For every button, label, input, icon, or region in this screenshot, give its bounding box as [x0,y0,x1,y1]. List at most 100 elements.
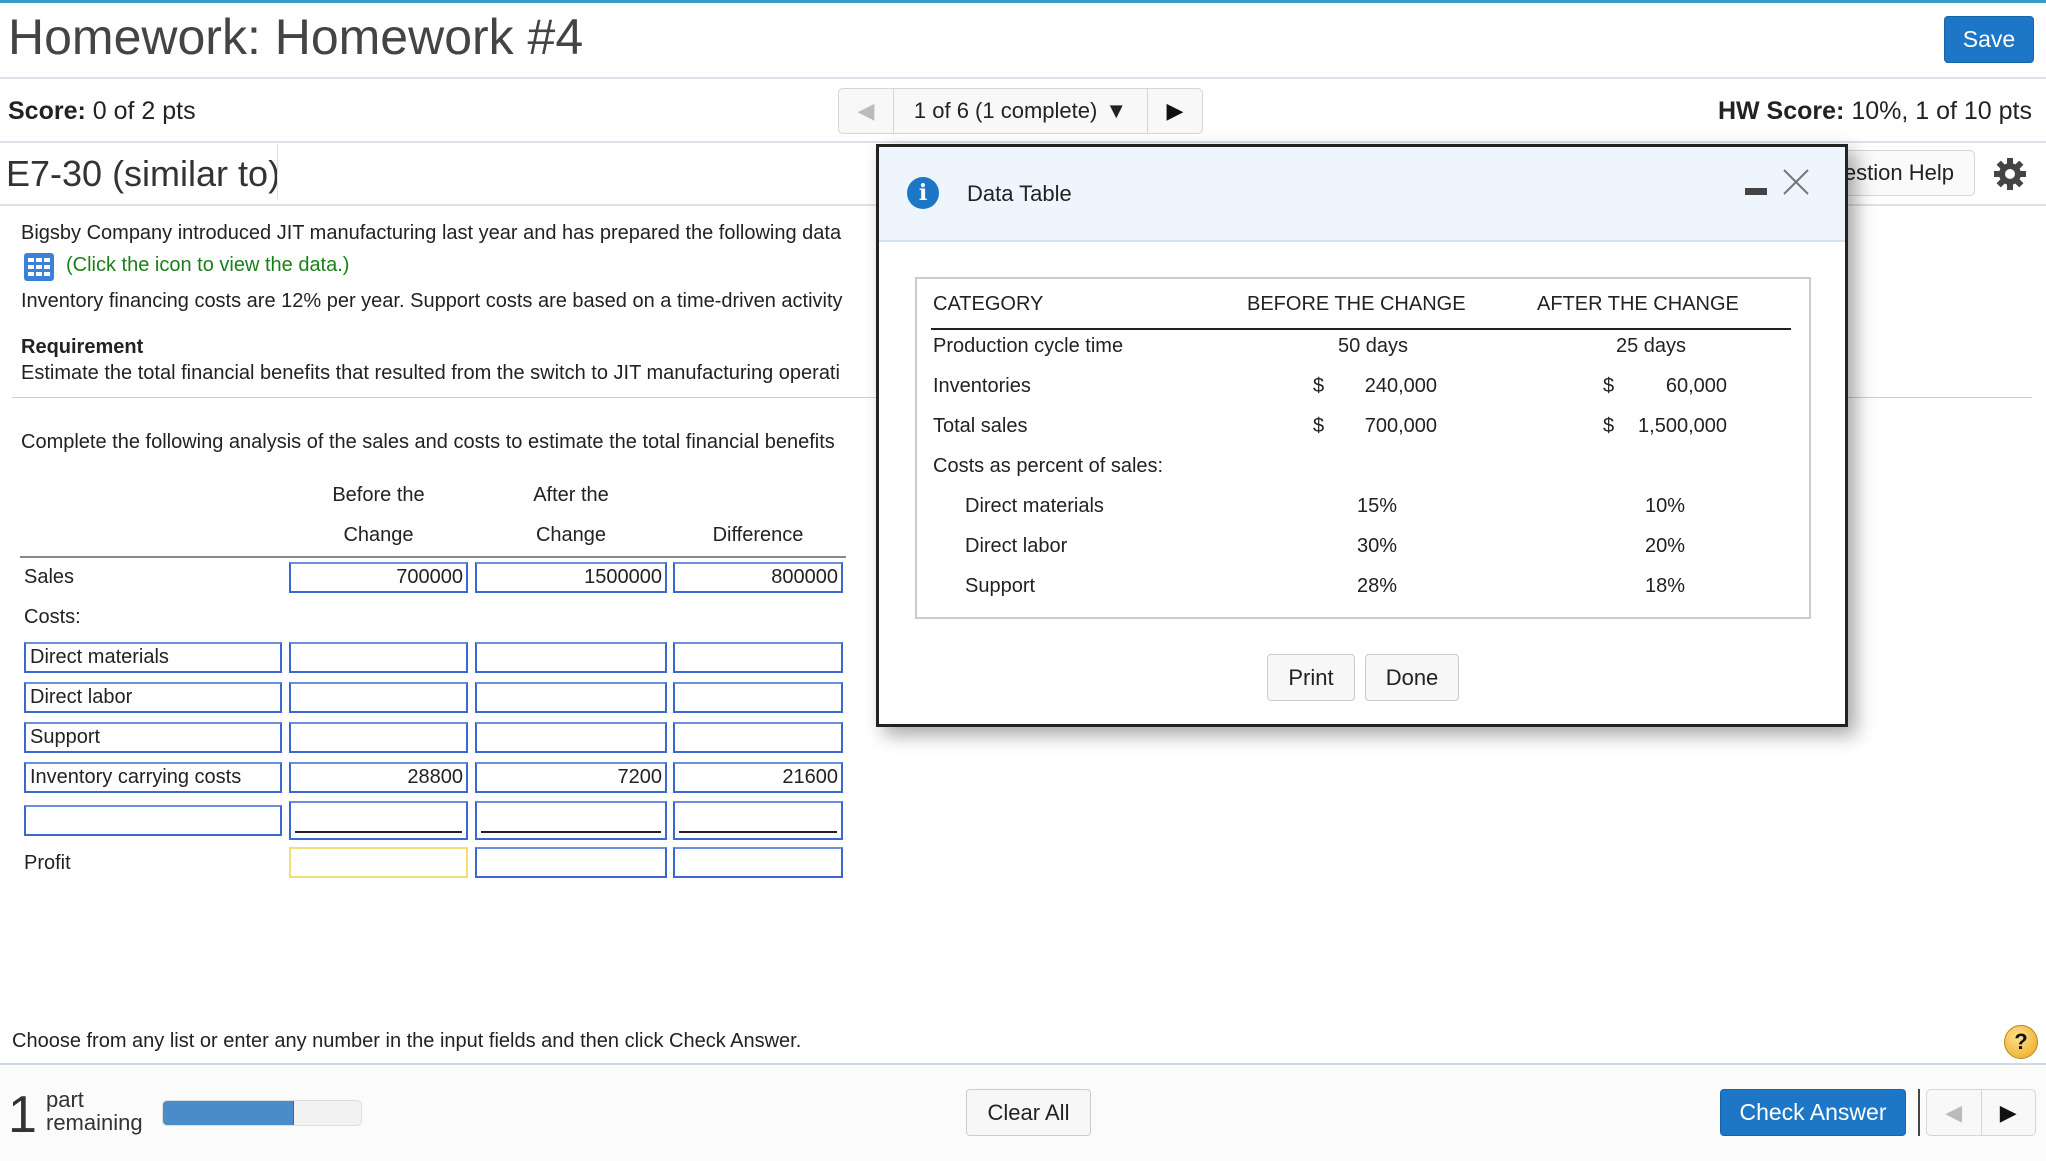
parts-remaining-label: part remaining [46,1088,143,1134]
cost-after-input-2[interactable] [475,682,667,713]
cost-difference-input-5[interactable] [673,801,843,840]
info-icon: i [907,177,939,209]
cost-after-input-1[interactable] [475,642,667,673]
data-table-icon[interactable] [24,253,54,281]
row-after: 10% [1645,495,1686,517]
save-button[interactable]: Save [1944,16,2034,63]
cost-difference-input-2[interactable] [673,682,843,713]
cost-after-input-5[interactable] [475,801,667,840]
next-button[interactable]: ▶ [1982,1090,2036,1135]
row-label: Support [965,575,1036,597]
profit-before-input[interactable] [289,847,468,878]
section-label: Costs as percent of sales: [933,455,1164,477]
row-after: 1,500,000 [1638,415,1727,437]
total-underline [295,831,462,833]
sales-label: Sales [24,566,75,588]
divider [277,144,278,200]
page-title: Homework: Homework #4 [8,9,584,65]
currency-symbol: $ [1603,415,1615,437]
row-after: 25 days [1615,335,1687,357]
print-button[interactable]: Print [1267,654,1355,701]
cost-before-input-3[interactable] [289,722,468,753]
table-header-rule [20,556,846,558]
sales-difference-input[interactable]: 800000 [673,562,843,593]
profit-difference-input[interactable] [673,847,843,878]
column-header: CATEGORY [933,293,1044,315]
next-question-button[interactable]: ▶ [1148,89,1202,133]
question-help-label: estion Help [1843,160,1954,185]
top-accent-line [0,0,2046,3]
cost-before-input-2[interactable] [289,682,468,713]
row-label: Production cycle time [933,335,1124,357]
row-after: 18% [1645,575,1686,597]
row-before: 240,000 [1364,375,1437,397]
triangle-left-icon: ◀ [857,98,875,123]
cost-after-input-4[interactable]: 7200 [475,762,667,793]
hw-score-label: HW Score: [1717,97,1845,125]
view-data-link[interactable]: (Click the icon to view the data.) [66,254,349,277]
row-label: Inventories [933,375,1031,397]
header-after-line1: After the [533,484,609,506]
table-header-rule [931,328,1791,330]
score-value: 0 of 2 pts [92,97,196,125]
previous-button[interactable]: ◀ [1927,1090,1982,1135]
cost-difference-input-3[interactable] [673,722,843,753]
row-after: 60,000 [1665,375,1727,397]
requirement-heading: Requirement [21,336,144,358]
profit-after-input[interactable] [475,847,667,878]
sales-after-input[interactable]: 1500000 [475,562,667,593]
cost-label-select-5[interactable] [24,805,282,836]
column-header: AFTER THE CHANGE [1537,293,1739,315]
cost-before-input-5[interactable] [289,801,468,840]
total-underline [481,831,661,833]
done-button[interactable]: Done [1365,654,1459,701]
profit-label: Profit [24,852,71,874]
question-id: E7-30 (similar to) [6,153,281,194]
currency-symbol: $ [1603,375,1615,397]
cost-difference-input-1[interactable] [673,642,843,673]
row-label: Direct labor [965,535,1068,557]
minimize-icon[interactable] [1745,188,1767,195]
parts-line1: part [46,1087,84,1112]
score-label: Score: [8,97,86,125]
help-icon[interactable]: ? [2004,1025,2038,1059]
sales-before-input[interactable]: 700000 [289,562,468,593]
row-label: Direct materials [965,495,1104,517]
pager-label: 1 of 6 (1 complete) [913,98,1098,123]
divider [0,141,2046,143]
header-difference: Difference [712,524,804,546]
cost-label-select-1[interactable]: Direct materials [24,642,282,673]
currency-symbol: $ [1313,375,1325,397]
triangle-down-icon: ▼ [1105,98,1128,123]
triangle-right-icon: ▶ [1166,98,1184,123]
data-table: CATEGORY BEFORE THE CHANGE AFTER THE CHA… [915,277,1811,619]
row-before: 50 days [1337,335,1409,357]
previous-question-button[interactable]: ◀ [839,89,894,133]
costs-label: Costs: [24,606,81,628]
header-after-line2: Change [535,524,607,546]
cost-difference-input-4[interactable]: 21600 [673,762,843,793]
requirement-text: Estimate the total financial benefits th… [21,362,840,384]
close-icon[interactable] [1781,167,1811,197]
question-pager: ◀ 1 of 6 (1 complete) ▼ ▶ [838,88,1203,134]
cost-before-input-4[interactable]: 28800 [289,762,468,793]
cost-label-select-2[interactable]: Direct labor [24,682,282,713]
check-answer-button[interactable]: Check Answer [1720,1089,1906,1136]
cost-label-select-4[interactable]: Inventory carrying costs [24,762,282,793]
row-before: 15% [1357,495,1398,517]
parts-remaining-count: 1 [8,1086,37,1144]
cost-after-input-3[interactable] [475,722,667,753]
clear-all-button[interactable]: Clear All [966,1089,1091,1136]
row-after: 20% [1645,535,1686,557]
financing-text: Inventory financing costs are 12% per ye… [21,290,843,312]
row-before: 28% [1357,575,1398,597]
cost-before-input-1[interactable] [289,642,468,673]
parts-line2: remaining [46,1110,143,1135]
row-before: 700,000 [1364,415,1437,437]
footer-nav: ◀ ▶ [1926,1089,2036,1136]
question-select-dropdown[interactable]: 1 of 6 (1 complete) ▼ [894,89,1148,133]
cost-label-select-3[interactable]: Support [24,722,282,753]
divider [0,77,2046,79]
row-label: Total sales [933,415,1028,437]
gear-icon[interactable] [1990,154,2030,194]
